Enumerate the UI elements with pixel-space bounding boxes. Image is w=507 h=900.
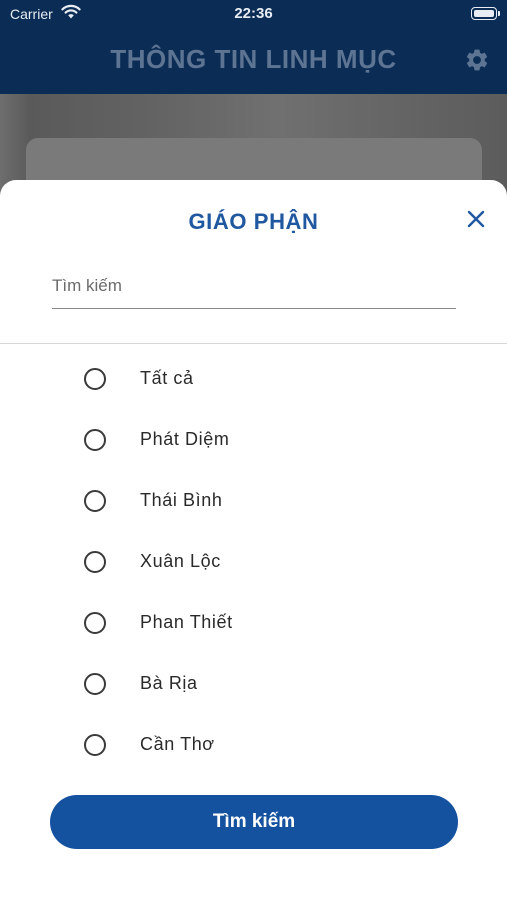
radio-button[interactable] — [84, 612, 106, 634]
option-label: Bà Rịa — [140, 673, 198, 693]
radio-button[interactable] — [84, 734, 106, 756]
status-bar: Carrier 22:36 — [0, 0, 507, 30]
option-label: Phan Thiết — [140, 612, 233, 632]
option-label: Phát Diệm — [140, 429, 230, 449]
option-tat-ca[interactable]: Tất cả — [70, 357, 450, 401]
radio-button[interactable] — [84, 490, 106, 512]
radio-button[interactable] — [84, 368, 106, 390]
option-label: Thái Bình — [140, 490, 223, 510]
option-label: Tất cả — [140, 368, 194, 388]
option-phat-diem[interactable]: Phát Diệm — [70, 418, 450, 462]
search-button[interactable]: Tìm kiếm — [50, 795, 458, 849]
option-ba-ria[interactable]: Bà Rịa — [70, 662, 450, 706]
diocese-picker-sheet: GIÁO PHẬN Tất cả Phát Diệm Thái Bình Xuâ… — [0, 180, 507, 900]
battery-icon — [471, 7, 500, 20]
radio-button[interactable] — [84, 551, 106, 573]
search-input[interactable] — [52, 264, 456, 309]
option-can-tho[interactable]: Cần Thơ — [70, 723, 450, 767]
radio-button[interactable] — [84, 673, 106, 695]
option-xuan-loc[interactable]: Xuân Lộc — [70, 540, 450, 584]
page-title: THÔNG TIN LINH MỤC — [110, 44, 397, 74]
divider — [0, 343, 507, 344]
nav-bar: THÔNG TIN LINH MỤC — [0, 30, 507, 94]
radio-button[interactable] — [84, 429, 106, 451]
sheet-title: GIÁO PHẬN — [188, 209, 319, 234]
option-thai-binh[interactable]: Thái Bình — [70, 479, 450, 523]
gear-icon[interactable] — [464, 47, 490, 73]
status-time: 22:36 — [234, 5, 273, 22]
option-label: Cần Thơ — [140, 734, 215, 754]
close-icon[interactable] — [463, 206, 489, 232]
option-phan-thiet[interactable]: Phan Thiết — [70, 601, 450, 645]
option-label: Xuân Lộc — [140, 551, 221, 571]
